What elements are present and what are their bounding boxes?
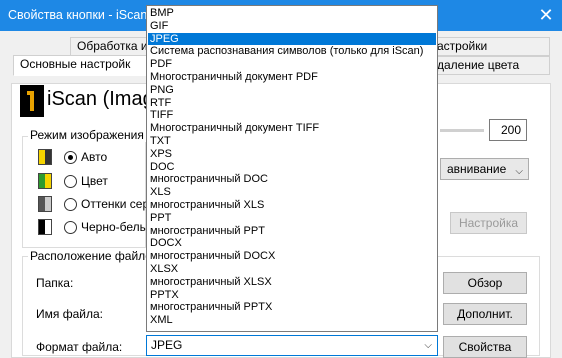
format-option[interactable]: DOCX (148, 237, 436, 250)
format-dropdown-list: BMP GIF JPEG Система распознавания символов… (146, 5, 438, 332)
format-option[interactable]: XLS (148, 186, 436, 199)
grayscale-mode-icon (38, 196, 52, 212)
image-mode-label: Режим изображения (28, 128, 146, 142)
format-option[interactable]: Многостраничный документ TIFF (148, 122, 436, 135)
format-option[interactable]: Система распознавания символов (только д… (148, 45, 436, 58)
resolution-field[interactable]: 200 (489, 119, 527, 141)
quality-combo-value: авнивание (447, 162, 507, 176)
close-icon[interactable]: ✕ (536, 5, 556, 25)
chevron-down-icon: ⌵ (515, 166, 523, 177)
extra-button[interactable]: Дополнит. (443, 303, 527, 325)
radio-color-label: Цвет (81, 174, 108, 188)
tab-main-settings[interactable]: Основные настройк (13, 55, 153, 76)
format-option[interactable]: PPT (148, 212, 436, 225)
format-option[interactable]: DOC (148, 161, 436, 174)
format-option[interactable]: XML (148, 314, 436, 327)
format-combo-value: JPEG (151, 338, 183, 352)
format-option[interactable]: многостраничный DOC (148, 173, 436, 186)
format-combo[interactable]: JPEG ⌵ (146, 335, 438, 356)
format-option[interactable]: GIF (148, 20, 436, 33)
format-option[interactable]: многостраничный PPT (148, 225, 436, 238)
tab-color-removal[interactable]: даление цвета (430, 56, 550, 75)
radio-grayscale[interactable] (64, 198, 77, 211)
radio-grayscale-label: Оттенки сер (81, 197, 150, 211)
settings-button[interactable]: Настройка (450, 212, 527, 234)
folder-label: Папка: (36, 276, 74, 290)
bw-mode-icon (38, 219, 52, 235)
radio-bw-label: Черно-белый (81, 220, 155, 234)
format-option[interactable]: TXT (148, 135, 436, 148)
filename-label: Имя файла: (36, 307, 103, 321)
format-option[interactable]: PNG (148, 84, 436, 97)
color-mode-icon (38, 173, 52, 189)
format-option[interactable]: многостраничный PPTX (148, 301, 436, 314)
resolution-slider-track[interactable] (440, 129, 484, 132)
format-option[interactable]: BMP (148, 7, 436, 20)
browse-button[interactable]: Обзор (443, 272, 527, 294)
format-option[interactable]: многостраничный XLS (148, 199, 436, 212)
format-label: Формат файла: (36, 340, 123, 354)
properties-button[interactable]: Свойства (443, 336, 527, 358)
format-option[interactable]: PDF (148, 58, 436, 71)
format-option[interactable]: многостраничный DOCX (148, 250, 436, 263)
radio-bw[interactable] (64, 221, 77, 234)
file-location-label: Расположение файлов (28, 249, 161, 263)
format-option[interactable]: XLSX (148, 263, 436, 276)
tab-settings[interactable]: астройки (430, 37, 550, 56)
app-logo (20, 85, 44, 117)
format-option[interactable]: JPEG (148, 32, 436, 46)
quality-combo[interactable]: авнивание ⌵ (440, 158, 529, 180)
format-option[interactable]: Многостраничный документ PDF (148, 71, 436, 84)
format-option[interactable]: PPTX (148, 289, 436, 302)
radio-color[interactable] (64, 175, 77, 188)
format-option[interactable]: многостраничный XLSX (148, 276, 436, 289)
window-title: Свойства кнопки - iScan (I (8, 8, 159, 22)
format-option[interactable]: RTF (148, 97, 436, 110)
radio-auto[interactable] (64, 151, 77, 164)
format-option[interactable]: TIFF (148, 109, 436, 122)
radio-auto-label: Авто (81, 150, 108, 164)
format-option[interactable]: XPS (148, 148, 436, 161)
auto-mode-icon (38, 149, 52, 165)
chevron-down-icon: ⌵ (424, 340, 432, 351)
